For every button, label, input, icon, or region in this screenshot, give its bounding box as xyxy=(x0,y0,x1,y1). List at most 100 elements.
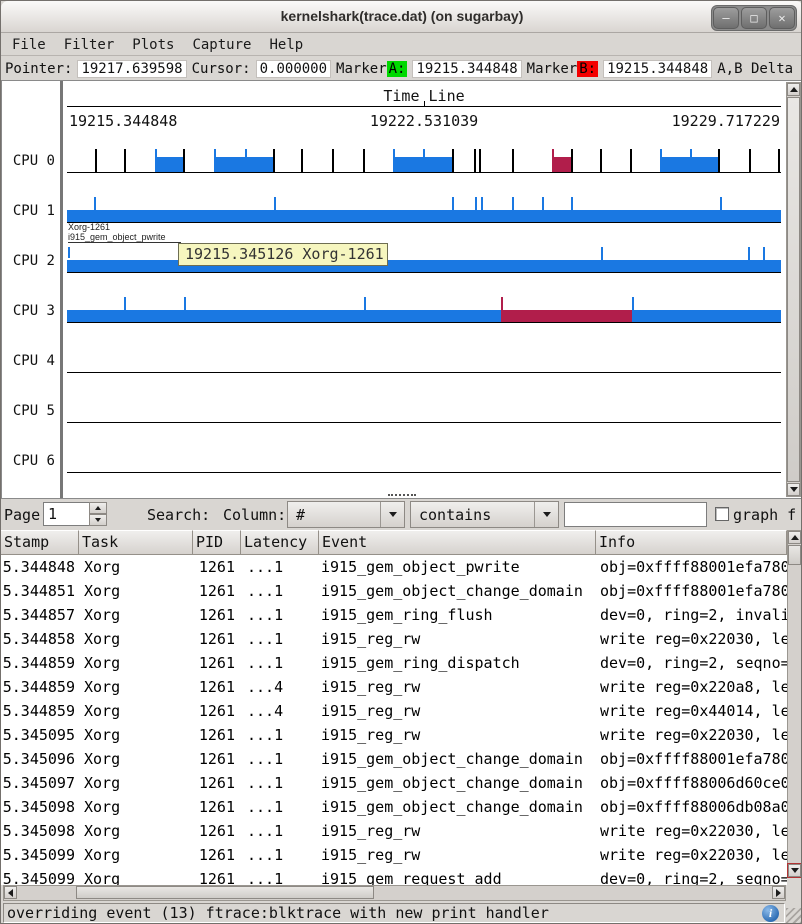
table-cell: ...1 xyxy=(241,747,319,771)
table-row[interactable]: 5.344859Xorg1261...4i915_reg_rwwrite reg… xyxy=(1,699,787,723)
task-name-label: Xorg-1261 xyxy=(68,222,181,232)
table-row[interactable]: 5.345099Xorg1261...1i915_reg_rwwrite reg… xyxy=(1,843,787,867)
menu-item-filter[interactable]: Filter xyxy=(55,35,124,55)
table-cell: 5.345096 xyxy=(1,747,79,771)
event-tick xyxy=(124,297,126,310)
event-tick xyxy=(512,197,514,210)
table-cell: ...1 xyxy=(241,627,319,651)
info-icon: i xyxy=(762,905,779,922)
cpu-baseline xyxy=(67,472,781,473)
event-tick xyxy=(571,149,573,172)
table-row[interactable]: 5.344848Xorg1261...1i915_gem_object_pwri… xyxy=(1,555,787,579)
table-row[interactable]: 5.344859Xorg1261...4i915_reg_rwwrite reg… xyxy=(1,675,787,699)
scroll-up-icon[interactable] xyxy=(788,531,801,544)
table-row[interactable]: 5.344858Xorg1261...1i915_reg_rwwrite reg… xyxy=(1,627,787,651)
pane-splitter-handle[interactable] xyxy=(388,494,416,496)
event-tick xyxy=(600,149,602,172)
menu-item-help[interactable]: Help xyxy=(260,35,312,55)
menu-item-plots[interactable]: Plots xyxy=(123,35,183,55)
marker-b-label: Marker xyxy=(527,61,578,77)
table-row[interactable]: 5.344851Xorg1261...1i915_gem_object_chan… xyxy=(1,579,787,603)
table-cell: 5.344859 xyxy=(1,699,79,723)
table-cell: i915_reg_rw xyxy=(319,843,596,867)
event-tick xyxy=(155,149,157,172)
column-header-pid[interactable]: PID xyxy=(193,530,241,555)
event-tick xyxy=(183,149,185,172)
column-header-stamp[interactable]: Stamp xyxy=(1,530,79,555)
event-tick xyxy=(690,149,692,172)
graph-follows-checkbox[interactable] xyxy=(715,507,729,521)
chevron-down-icon[interactable] xyxy=(534,502,558,527)
scroll-right-icon[interactable] xyxy=(772,886,785,899)
event-table[interactable]: 5.344848Xorg1261...1i915_gem_object_pwri… xyxy=(1,555,787,885)
scroll-up-icon[interactable] xyxy=(787,83,800,96)
page-value[interactable]: 1 xyxy=(43,502,89,526)
task-track-label: Xorg-1261 i915_gem_object_pwrite xyxy=(68,222,181,243)
event-tick xyxy=(778,149,780,172)
match-select[interactable]: contains xyxy=(410,501,559,528)
table-cell: dev=0, ring=2, seqno= xyxy=(596,867,787,885)
window-buttons: –□✕ xyxy=(711,5,797,31)
table-cell: write reg=0x22030, le xyxy=(596,819,787,843)
column-select-value: # xyxy=(288,502,380,527)
resize-grip[interactable] xyxy=(786,908,802,924)
minimize-button-icon[interactable]: – xyxy=(713,7,739,29)
column-header-event[interactable]: Event xyxy=(319,530,596,555)
column-header-task[interactable]: Task xyxy=(79,530,193,555)
page-spin-up-icon[interactable] xyxy=(89,502,107,514)
column-header-latency[interactable]: Latency xyxy=(241,530,319,555)
table-cell: Xorg xyxy=(79,747,193,771)
table-cell: 5.345098 xyxy=(1,795,79,819)
chevron-down-icon[interactable] xyxy=(380,502,404,527)
cpu-activity-bar xyxy=(632,310,781,322)
column-select[interactable]: # xyxy=(287,501,405,528)
table-hscroll-thumb[interactable] xyxy=(76,886,374,899)
timeline-timestamp: 19229.717229 xyxy=(672,112,780,130)
table-cell: 5.345097 xyxy=(1,771,79,795)
timeline-graph-panel: CPU 0CPU 1CPU 2CPU 3CPU 4CPU 5CPU 6 Time… xyxy=(1,80,802,499)
search-input[interactable] xyxy=(564,502,707,527)
page-spin-down-icon[interactable] xyxy=(89,514,107,526)
menu-bar: FileFilterPlotsCaptureHelp xyxy=(1,34,802,56)
scroll-left-icon[interactable] xyxy=(4,886,17,899)
event-tick xyxy=(630,149,632,172)
table-cell: 5.345099 xyxy=(1,867,79,885)
table-cell: 1261 xyxy=(193,651,241,675)
menu-item-file[interactable]: File xyxy=(3,35,55,55)
title-bar[interactable]: kernelshark(trace.dat) (on sugarbay) –□✕ xyxy=(1,1,802,33)
table-row[interactable]: 5.345096Xorg1261...1i915_gem_object_chan… xyxy=(1,747,787,771)
graph-vertical-scrollbar[interactable] xyxy=(786,82,801,497)
table-vertical-scrollbar[interactable] xyxy=(787,530,802,878)
graph-scroll-thumb[interactable] xyxy=(787,97,800,482)
table-cell: write reg=0x44014, le xyxy=(596,699,787,723)
table-cell: 1261 xyxy=(193,723,241,747)
table-row[interactable]: 5.345099Xorg1261...1i915_gem_request_add… xyxy=(1,867,787,885)
table-cell: Xorg xyxy=(79,843,193,867)
table-cell: Xorg xyxy=(79,819,193,843)
table-row[interactable]: 5.345098Xorg1261...1i915_reg_rwwrite reg… xyxy=(1,819,787,843)
maximize-button-icon[interactable]: □ xyxy=(741,7,767,29)
scroll-down-icon[interactable] xyxy=(787,483,800,496)
table-row[interactable]: 5.344857Xorg1261...1i915_gem_ring_flushd… xyxy=(1,603,787,627)
scroll-down-icon[interactable] xyxy=(788,864,801,877)
table-cell: ...4 xyxy=(241,675,319,699)
table-row[interactable]: 5.345095Xorg1261...1i915_reg_rwwrite reg… xyxy=(1,723,787,747)
table-cell: dev=0, ring=2, invali xyxy=(596,603,787,627)
menu-item-capture[interactable]: Capture xyxy=(183,35,260,55)
event-tick xyxy=(748,247,750,260)
table-scroll-thumb[interactable] xyxy=(788,545,801,565)
table-row[interactable]: 5.344859Xorg1261...1i915_gem_ring_dispat… xyxy=(1,651,787,675)
ab-delta-label: A,B Delta xyxy=(717,61,793,77)
table-horizontal-scrollbar[interactable] xyxy=(3,885,786,901)
timeline-canvas[interactable]: Time Line 19215.34484819222.53103919229.… xyxy=(67,81,781,498)
table-row[interactable]: 5.345098Xorg1261...1i915_gem_object_chan… xyxy=(1,795,787,819)
table-cell: 1261 xyxy=(193,843,241,867)
table-cell: write reg=0x220a8, le xyxy=(596,675,787,699)
close-button-icon[interactable]: ✕ xyxy=(769,7,795,29)
column-header-info[interactable]: Info xyxy=(596,530,787,555)
table-row[interactable]: 5.345097Xorg1261...1i915_gem_object_chan… xyxy=(1,771,787,795)
event-tick xyxy=(364,297,366,310)
table-cell: write reg=0x22030, le xyxy=(596,723,787,747)
page-spinbox[interactable]: 1 xyxy=(43,502,107,526)
marker-b-value: 19215.344848 xyxy=(603,60,712,78)
